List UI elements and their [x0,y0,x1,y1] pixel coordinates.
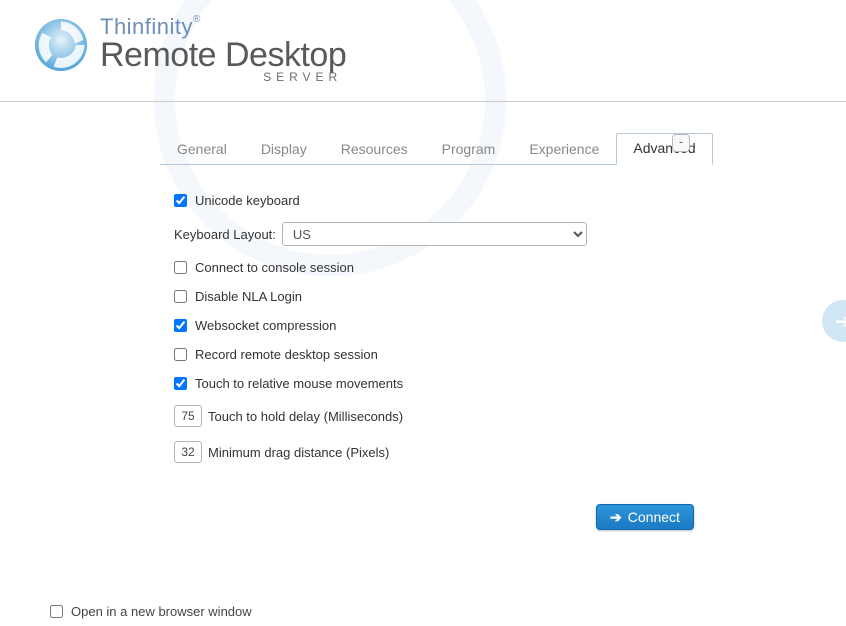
record-session-label: Record remote desktop session [195,347,378,362]
tab-program[interactable]: Program [425,134,513,165]
tab-general[interactable]: General [160,134,244,165]
touch-relative-label: Touch to relative mouse movements [195,376,403,391]
logo-icon [30,12,92,78]
connect-console-label: Connect to console session [195,260,354,275]
min-drag-distance-input[interactable] [174,441,202,463]
brand-subtitle: Remote Desktop [100,38,346,72]
tab-resources[interactable]: Resources [324,134,425,165]
arrow-right-icon: ➔ [610,509,622,526]
tab-experience[interactable]: Experience [512,134,616,165]
connect-console-checkbox[interactable] [174,261,187,274]
connect-button-label: Connect [628,509,680,525]
header: Thinfinity® Remote Desktop SERVER [0,0,846,102]
touch-hold-delay-input[interactable] [174,405,202,427]
side-arrow-button[interactable]: ➔ [822,300,846,342]
logo: Thinfinity® Remote Desktop SERVER [30,8,846,84]
tab-advanced[interactable]: Advanced [616,133,712,165]
connect-button[interactable]: ➔ Connect [596,504,694,530]
footer: Open in a new browser window [50,604,252,619]
collapse-button[interactable]: - [672,134,690,152]
unicode-keyboard-checkbox[interactable] [174,194,187,207]
tab-display[interactable]: Display [244,134,324,165]
open-new-window-checkbox[interactable] [50,605,63,618]
tabs: General Display Resources Program Experi… [160,132,690,165]
advanced-panel: Unicode keyboard Keyboard Layout: US Con… [174,193,674,463]
touch-hold-delay-label: Touch to hold delay (Milliseconds) [208,409,403,424]
keyboard-layout-label: Keyboard Layout: [174,227,276,242]
keyboard-layout-select[interactable]: US [282,222,587,246]
record-session-checkbox[interactable] [174,348,187,361]
websocket-compression-label: Websocket compression [195,318,336,333]
unicode-keyboard-label: Unicode keyboard [195,193,300,208]
arrow-right-icon: ➔ [835,309,846,334]
min-drag-distance-label: Minimum drag distance (Pixels) [208,445,389,460]
disable-nla-label: Disable NLA Login [195,289,302,304]
websocket-compression-checkbox[interactable] [174,319,187,332]
disable-nla-checkbox[interactable] [174,290,187,303]
touch-relative-checkbox[interactable] [174,377,187,390]
open-new-window-label: Open in a new browser window [71,604,252,619]
